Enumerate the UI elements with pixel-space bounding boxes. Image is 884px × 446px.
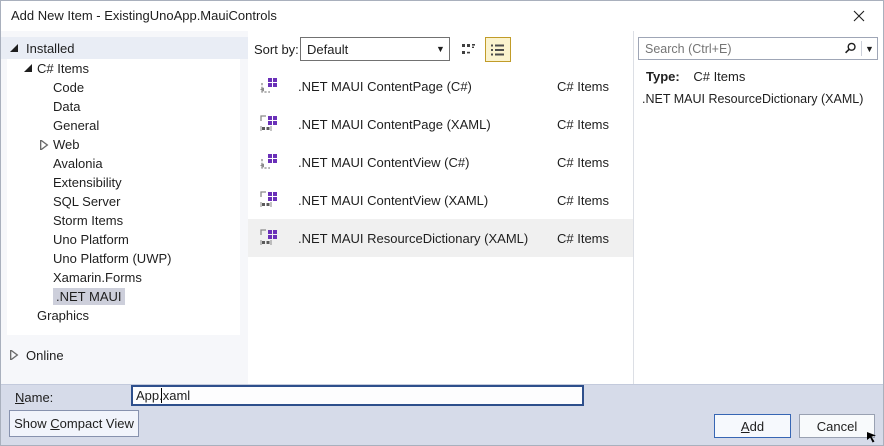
tree-item-label-selected: .NET MAUI (53, 288, 125, 305)
template-type: C# Items (556, 154, 609, 170)
tree-item-label: Data (53, 99, 81, 114)
dialog-title: Add New Item - ExistingUnoApp.MauiContro… (11, 8, 277, 23)
list-view-button-selected[interactable] (485, 37, 511, 62)
tree-item-avalonia[interactable]: Avalonia (7, 154, 240, 173)
template-row-selected[interactable]: .NET MAUI ResourceDictionary (XAML) C# I… (248, 219, 633, 257)
cancel-label: Cancel (816, 418, 858, 434)
maui-contentpage-xaml-icon (260, 115, 278, 132)
tree-item-label: Uno Platform (UWP) (53, 251, 172, 266)
maui-contentview-csharp-icon (260, 153, 278, 169)
tree-item-csharp-items[interactable]: C# Items (7, 59, 240, 78)
template-name: .NET MAUI ContentPage (C#) (298, 78, 472, 94)
tree-item-label: Uno Platform (53, 232, 129, 247)
maui-contentview-xaml-icon (260, 191, 278, 208)
close-button[interactable] (847, 6, 871, 26)
tree-item-xamarin-forms[interactable]: Xamarin.Forms (7, 268, 240, 287)
name-input[interactable]: App.xaml (131, 385, 584, 406)
tree-item-dotnet-maui[interactable]: .NET MAUI (7, 287, 240, 306)
add-button[interactable]: Add (714, 414, 791, 438)
tree-item-web[interactable]: Web (7, 135, 240, 154)
template-list: .NET MAUI ContentPage (C#) C# Items .NET… (248, 67, 633, 257)
tree-item-general[interactable]: General (7, 116, 240, 135)
template-list-panel: Sort by: Default ▼ .NET MAUI ContentPage… (248, 31, 633, 384)
tree-item-extensibility[interactable]: Extensibility (7, 173, 240, 192)
maui-contentpage-csharp-icon (260, 77, 278, 93)
add-label: Add (740, 418, 765, 434)
tree-item-label: Web (53, 137, 80, 152)
expanded-arrow-icon (10, 43, 18, 52)
template-type-row: Type: C# Items (646, 69, 745, 84)
tree-item-label: Storm Items (53, 213, 124, 228)
search-input[interactable] (639, 41, 839, 56)
type-label: Type: (646, 69, 680, 84)
tree-item-graphics[interactable]: Graphics (7, 306, 240, 325)
title-bar: Add New Item - ExistingUnoApp.MauiContro… (1, 1, 883, 31)
collapsed-arrow-icon (10, 350, 18, 360)
template-type: C# Items (556, 78, 609, 94)
maui-resourcedictionary-xaml-icon (260, 229, 278, 246)
tree-item-uno-platform[interactable]: Uno Platform (7, 230, 240, 249)
tree-item-label: C# Items (37, 61, 90, 76)
close-icon (853, 10, 865, 22)
tree-item-code[interactable]: Code (7, 78, 240, 97)
search-box: ▼ (638, 37, 878, 60)
template-name: .NET MAUI ContentPage (XAML) (298, 116, 491, 132)
tree-group-label: Installed (26, 40, 75, 56)
detail-panel: ▼ Type: C# Items .NET MAUI ResourceDicti… (634, 31, 883, 384)
name-value: App.xaml (136, 388, 191, 403)
tree-item-sql-server[interactable]: SQL Server (7, 192, 240, 211)
category-panel: Installed C# Items Code Data General Web… (1, 31, 248, 384)
mouse-cursor-icon (867, 432, 876, 443)
name-label: Name: (15, 390, 54, 405)
expanded-arrow-icon (24, 64, 32, 72)
small-icons-view-icon (462, 44, 475, 54)
template-name: .NET MAUI ResourceDictionary (XAML) (298, 230, 529, 246)
list-view-icon (491, 44, 504, 55)
template-type: C# Items (556, 192, 609, 208)
tree-item-label: General (53, 118, 100, 133)
tree-item-storm-items[interactable]: Storm Items (7, 211, 240, 230)
tree-group-label: Online (26, 347, 64, 363)
template-type: C# Items (556, 230, 609, 246)
chevron-down-icon: ▼ (436, 44, 445, 54)
tree-group-online[interactable]: Online (1, 345, 64, 365)
tree-item-label: Graphics (37, 308, 90, 323)
template-description: .NET MAUI ResourceDictionary (XAML) (642, 92, 864, 106)
type-value: C# Items (693, 69, 746, 84)
sort-by-label: Sort by: (254, 42, 299, 57)
search-icon (839, 42, 861, 55)
template-name: .NET MAUI ContentView (XAML) (298, 192, 489, 208)
add-new-item-dialog: Add New Item - ExistingUnoApp.MauiContro… (0, 0, 884, 446)
tree-item-uno-platform-uwp[interactable]: Uno Platform (UWP) (7, 249, 240, 268)
template-row[interactable]: .NET MAUI ContentView (C#) C# Items (248, 143, 633, 181)
template-row[interactable]: .NET MAUI ContentPage (C#) C# Items (248, 67, 633, 105)
template-row[interactable]: .NET MAUI ContentPage (XAML) C# Items (248, 105, 633, 143)
cancel-button[interactable]: Cancel (799, 414, 875, 438)
search-options-dropdown[interactable]: ▼ (862, 44, 877, 54)
show-compact-view-label: Show Compact View (14, 416, 134, 431)
template-row[interactable]: .NET MAUI ContentView (XAML) C# Items (248, 181, 633, 219)
tree-group-installed[interactable]: Installed (1, 37, 248, 59)
sort-by-dropdown[interactable]: Default ▼ (300, 37, 450, 61)
tree-item-label: Xamarin.Forms (53, 270, 142, 285)
collapsed-arrow-icon (40, 139, 48, 150)
small-icons-view-button[interactable] (457, 39, 481, 61)
tree-item-label: SQL Server (53, 194, 121, 209)
tree-item-label: Extensibility (53, 175, 122, 190)
template-type: C# Items (556, 116, 609, 132)
text-caret (161, 388, 162, 403)
tree-item-label: Code (53, 80, 85, 95)
category-tree: C# Items Code Data General Web Avalonia … (7, 59, 240, 335)
tree-item-label: Avalonia (53, 156, 103, 171)
tree-item-data[interactable]: Data (7, 97, 240, 116)
footer-bar: Name: App.xaml Show Compact View Add Can… (1, 384, 883, 445)
sort-by-value: Default (307, 41, 349, 57)
show-compact-view-button[interactable]: Show Compact View (9, 410, 139, 437)
template-name: .NET MAUI ContentView (C#) (298, 154, 470, 170)
